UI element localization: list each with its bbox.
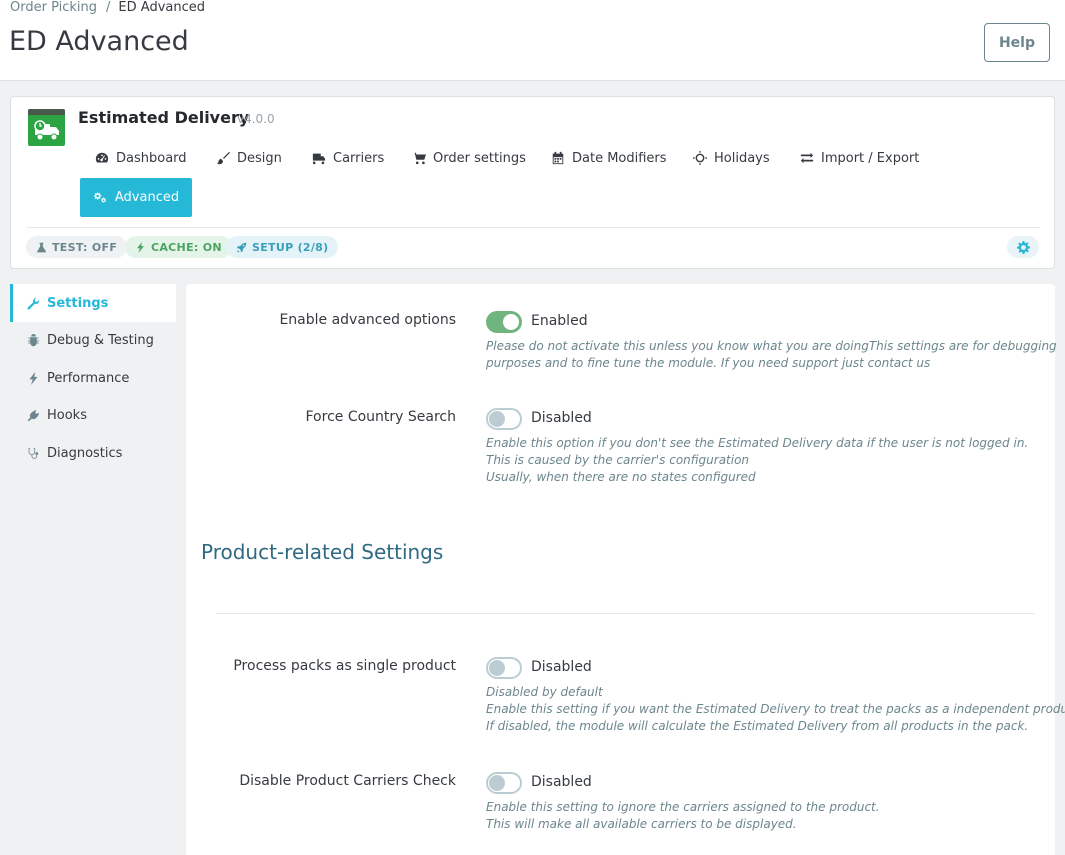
cogs-icon (93, 192, 107, 203)
packs-switch[interactable] (486, 657, 522, 679)
carriers-check-state: Disabled (531, 774, 592, 790)
exchange-icon (800, 152, 814, 164)
wrench-icon (27, 297, 40, 310)
brush-icon (216, 151, 230, 165)
nav-carriers-label: Carriers (333, 150, 385, 166)
gear-icon (1016, 240, 1030, 254)
test-status-badge[interactable]: TEST: OFF (26, 236, 128, 258)
cart-icon (412, 152, 426, 165)
force-country-switch[interactable] (486, 408, 522, 430)
bolt-icon (29, 371, 38, 385)
nav-dashboard[interactable]: Dashboard (95, 147, 187, 169)
nav-holidays-label: Holidays (714, 150, 770, 166)
calendar-icon (552, 151, 564, 165)
sidebar-item-label: Diagnostics (47, 445, 123, 461)
force-country-help: Enable this option if you don't see the … (486, 436, 1029, 484)
advanced-options-state: Enabled (531, 313, 588, 329)
plug-icon (27, 409, 40, 421)
stethoscope-icon (28, 447, 39, 459)
section-title: Product-related Settings (201, 540, 444, 564)
card-divider (27, 227, 1040, 228)
breadcrumb-parent[interactable]: Order Picking (10, 0, 97, 15)
cache-status-label: CACHE: ON (151, 240, 222, 254)
cache-status-badge[interactable]: CACHE: ON (125, 236, 232, 258)
nav-import-export-label: Import / Export (821, 150, 920, 166)
sidebar-item-debug-testing[interactable]: Debug & Testing (10, 321, 176, 359)
nav-advanced-label: Advanced (114, 190, 180, 205)
nav-order-settings-label: Order settings (433, 150, 526, 166)
test-status-label: TEST: OFF (52, 240, 118, 254)
carriers-check-switch[interactable] (486, 772, 522, 794)
module-card: Estimated Delivery v4.0.0 Dashboard Desi… (10, 96, 1055, 269)
module-logo (28, 109, 65, 146)
module-version: v4.0.0 (237, 112, 275, 126)
advanced-options-label: Enable advanced options (279, 312, 456, 328)
sidebar-item-hooks[interactable]: Hooks (10, 396, 176, 434)
nav-dashboard-label: Dashboard (116, 150, 187, 166)
carriers-check-help: Enable this setting to ignore the carrie… (486, 800, 880, 831)
nav-design[interactable]: Design (216, 147, 282, 169)
settings-panel: Enable advanced options Enabled Please d… (186, 284, 1065, 855)
sidebar-item-label: Settings (47, 295, 109, 311)
nav-holidays[interactable]: Holidays (693, 147, 770, 169)
module-name: Estimated Delivery (78, 108, 250, 127)
sidebar-item-label: Debug & Testing (47, 332, 154, 348)
help-button[interactable]: Help (984, 23, 1050, 62)
page-header: Order Picking / ED Advanced ED Advanced He… (0, 0, 1065, 81)
module-settings-button[interactable] (1007, 236, 1039, 258)
bolt-icon (137, 241, 144, 253)
packs-state: Disabled (531, 659, 592, 675)
sidebar-item-label: Hooks (47, 407, 87, 423)
nav-advanced[interactable]: Advanced (80, 178, 192, 217)
sidebar-item-diagnostics[interactable]: Diagnostics (10, 434, 176, 472)
advanced-options-help: Please do not activate this unless you k… (486, 339, 1057, 370)
packs-help: Disabled by default Enable this setting … (486, 685, 1065, 733)
sidebar-item-label: Performance (47, 370, 130, 386)
nav-order-settings[interactable]: Order settings (412, 147, 526, 169)
nav-import-export[interactable]: Import / Export (800, 147, 919, 169)
page-title: ED Advanced (9, 26, 189, 57)
force-country-state: Disabled (531, 410, 592, 426)
breadcrumb-separator: / (106, 0, 111, 15)
breadcrumb: Order Picking / ED Advanced (10, 0, 205, 15)
sun-icon (693, 151, 707, 165)
nav-date-modifiers-label: Date Modifiers (572, 150, 667, 166)
setup-status-badge[interactable]: SETUP (2/8) (226, 236, 339, 258)
setup-status-label: SETUP (2/8) (252, 240, 329, 254)
breadcrumb-current: ED Advanced (118, 0, 205, 15)
dashboard-icon (95, 152, 109, 163)
sidebar-item-performance[interactable]: Performance (10, 359, 176, 397)
advanced-options-switch[interactable] (486, 311, 522, 333)
sidebar-item-settings[interactable]: Settings (10, 284, 176, 322)
truck-icon (312, 153, 326, 165)
bug-icon (27, 333, 40, 346)
nav-design-label: Design (237, 150, 282, 166)
nav-date-modifiers[interactable]: Date Modifiers (551, 147, 667, 169)
rocket-icon (236, 242, 247, 252)
nav-carriers[interactable]: Carriers (312, 147, 384, 169)
force-country-label: Force Country Search (305, 409, 457, 425)
packs-label: Process packs as single product (233, 658, 456, 674)
flask-icon (36, 242, 47, 252)
carriers-check-label: Disable Product Carriers Check (239, 773, 456, 789)
section-divider (216, 613, 1035, 614)
